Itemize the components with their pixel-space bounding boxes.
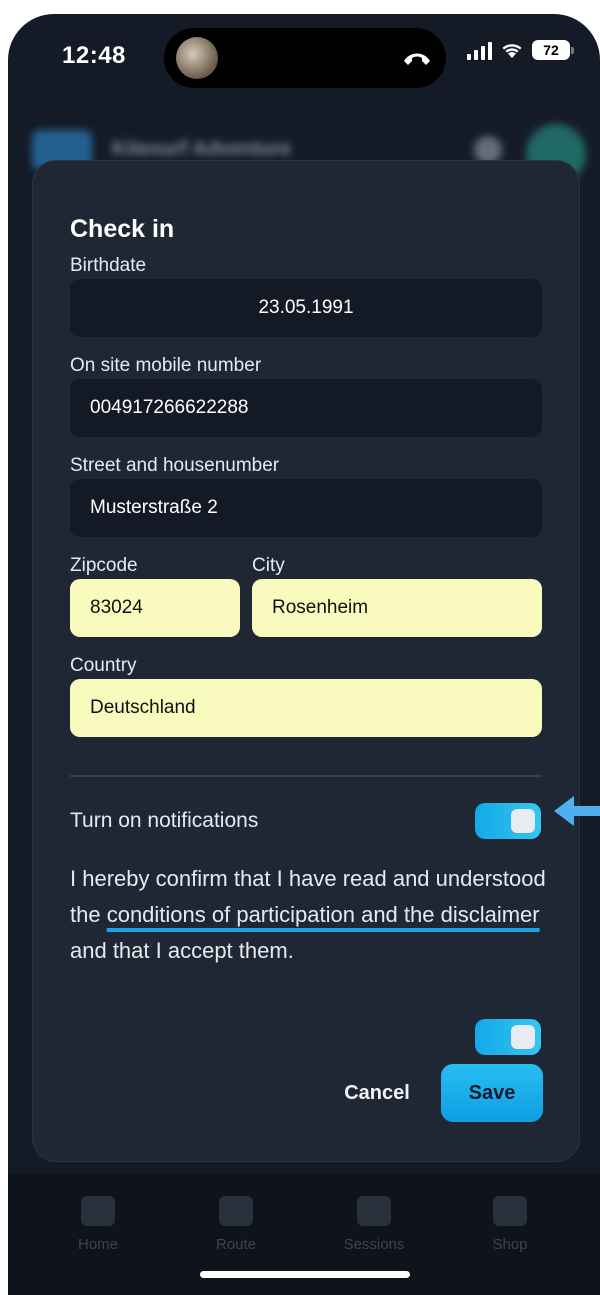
shop-icon [493,1196,527,1226]
birthdate-field[interactable]: 23.05.1991 [70,279,542,337]
dynamic-island[interactable] [164,28,446,88]
sessions-icon [357,1196,391,1226]
cancel-button[interactable]: Cancel [317,1065,437,1121]
conditions-link[interactable]: conditions of participation and the disc… [107,902,540,927]
signal-icon [467,40,492,60]
home-indicator[interactable] [200,1271,410,1278]
nav-sessions[interactable]: Sessions [324,1196,424,1253]
status-icons: 72 [467,40,574,60]
status-time: 12:48 [62,42,126,69]
modal-title: Check in [70,215,175,243]
confirmation-text: I hereby confirm that I have read and un… [70,866,546,963]
route-icon [219,1196,253,1226]
background-title: Kitesurf Adventure [112,138,292,160]
phone-icon [404,53,430,65]
zipcode-field[interactable]: 83024 [70,579,240,637]
zipcode-label: Zipcode [70,555,138,576]
home-icon [81,1196,115,1226]
phone-screen: 12:48 72 Kitesurf Adventure Home Route S… [8,14,600,1295]
nav-shop[interactable]: Shop [460,1196,560,1253]
birthdate-label: Birthdate [70,255,147,276]
caller-avatar [176,37,218,79]
city-label: City [252,555,285,576]
city-field[interactable]: Rosenheim [252,579,542,637]
country-label: Country [70,655,137,676]
nav-home[interactable]: Home [48,1196,148,1253]
divider [70,775,542,777]
notifications-toggle[interactable] [475,803,541,839]
toggle-knob [511,809,535,833]
notifications-label: Turn on notifications [70,809,259,832]
mobile-field[interactable]: 004917266622288 [70,379,542,437]
annotation-arrow-icon [554,796,600,826]
street-label: Street and housenumber [70,455,280,476]
check-in-modal: Check in Birthdate 23.05.1991 On site mo… [32,160,580,1162]
wifi-icon [502,44,522,58]
save-button[interactable]: Save [441,1064,543,1122]
mobile-label: On site mobile number [70,355,262,376]
nav-route[interactable]: Route [186,1196,286,1253]
confirm-toggle[interactable] [475,1019,541,1055]
street-field[interactable]: Musterstraße 2 [70,479,542,537]
toggle-knob [511,1025,535,1049]
country-field[interactable]: Deutschland [70,679,542,737]
battery-icon: 72 [532,40,574,60]
